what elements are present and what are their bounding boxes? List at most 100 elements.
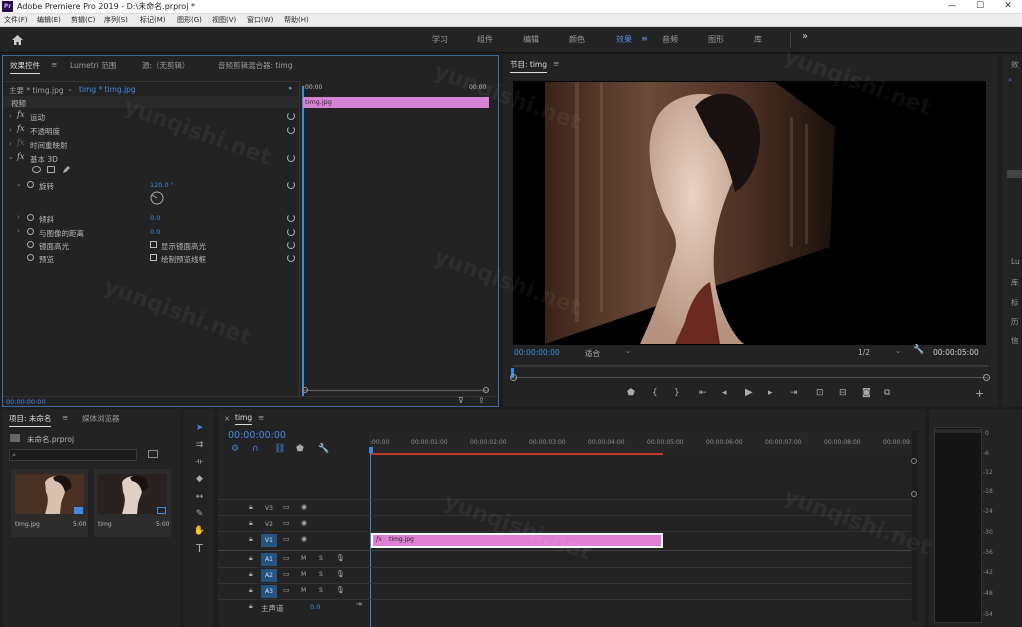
expand-tilt-icon[interactable]: › <box>17 213 20 221</box>
a2-mic-icon[interactable]: 🎙︎ <box>336 570 345 578</box>
a3-solo-icon[interactable]: S <box>319 587 323 594</box>
menu-sequence[interactable]: 序列(S) <box>104 15 128 26</box>
menu-view[interactable]: 视图(V) <box>212 15 236 26</box>
resolution-dropdown-icon[interactable]: ⌄ <box>895 347 901 355</box>
timeline-menu-icon[interactable]: ≡ <box>258 413 264 422</box>
source-dropdown-icon[interactable]: ⌄ <box>67 85 73 93</box>
reset-specular-icon[interactable] <box>287 241 295 249</box>
program-timecode[interactable]: 00:00:00:00 <box>514 348 560 357</box>
timeline-scroll-handle-bottom[interactable] <box>911 491 917 497</box>
menu-window[interactable]: 窗口(W) <box>247 15 273 26</box>
ripple-edit-tool-icon[interactable]: ⟛ <box>192 455 207 469</box>
filter-icon[interactable]: ⊽ <box>458 396 464 405</box>
a1-lock-icon[interactable]: 🔒︎ <box>249 554 253 563</box>
libraries-tab[interactable]: 库 <box>1011 277 1019 288</box>
program-zoom-bar[interactable] <box>513 377 988 378</box>
expand-motion-icon[interactable]: › <box>9 112 12 120</box>
preview-checkbox[interactable] <box>150 254 157 261</box>
track-select-tool-icon[interactable]: ⇉ <box>192 438 207 452</box>
track-v2-label[interactable]: V2 <box>261 518 277 531</box>
specular-checkbox[interactable] <box>150 241 157 248</box>
fit-dropdown-icon[interactable]: ⌄ <box>625 347 631 355</box>
expand-distance-icon[interactable]: › <box>17 227 20 235</box>
v1-sync-icon[interactable]: ▭ <box>283 535 290 543</box>
extract-icon[interactable]: ⊟ <box>839 388 847 398</box>
program-zoom-handle-right[interactable] <box>983 374 990 381</box>
a3-mute-icon[interactable]: M <box>301 587 306 594</box>
markers-tab[interactable]: 标 <box>1011 297 1019 308</box>
step-forward-icon[interactable]: ▸ <box>768 388 773 398</box>
v3-lock-icon[interactable]: 🔒︎ <box>249 503 253 512</box>
rectangle-mask-icon[interactable] <box>47 166 55 173</box>
master-lock-icon[interactable]: 🔒︎ <box>249 602 253 611</box>
master-volume-value[interactable]: 0.0 <box>310 603 320 611</box>
reset-basic3d-icon[interactable] <box>287 154 295 162</box>
tab-project[interactable]: 项目: 未命名 <box>9 413 52 427</box>
reset-motion-icon[interactable] <box>287 112 295 120</box>
maximize-icon[interactable]: ☐ <box>966 0 994 14</box>
timeline-settings-icon[interactable]: 🔧 <box>318 444 329 454</box>
timeline-close-icon[interactable]: × <box>224 414 230 423</box>
lift-icon[interactable]: ⊡ <box>816 388 824 398</box>
workspace-learn[interactable]: 学习 <box>432 34 448 45</box>
mini-scroll-handle-left[interactable] <box>302 387 308 393</box>
reset-opacity-icon[interactable] <box>287 126 295 134</box>
a1-mic-icon[interactable]: 🎙︎ <box>336 554 345 562</box>
workspace-more-icon[interactable]: » <box>802 31 808 42</box>
track-a2-label[interactable]: A2 <box>261 569 277 582</box>
mark-out-icon[interactable]: } <box>674 388 680 398</box>
workspace-editing[interactable]: 编辑 <box>523 34 539 45</box>
tab-effect-controls[interactable]: 效果控件 <box>10 60 40 74</box>
v2-sync-icon[interactable]: ▭ <box>283 519 290 527</box>
settings-wrench-icon[interactable]: 🔧 <box>913 345 924 355</box>
collapse-swivel-icon[interactable]: ⌄ <box>16 180 22 188</box>
fit-dropdown[interactable]: 适合 <box>585 348 600 359</box>
track-v1-label[interactable]: V1 <box>261 534 277 547</box>
a1-sync-icon[interactable]: ▭ <box>283 554 290 562</box>
linked-selection-icon[interactable]: ⛓ <box>274 444 285 454</box>
export-frame-icon[interactable]: ◙ <box>862 388 871 398</box>
mini-playhead[interactable] <box>302 86 304 396</box>
a2-sync-icon[interactable]: ▭ <box>283 570 290 578</box>
lumetri-tab[interactable]: Lu <box>1011 257 1020 266</box>
reset-preview-icon[interactable] <box>287 254 295 262</box>
timeline-scroll-handle-top[interactable] <box>911 458 917 464</box>
ellipse-mask-icon[interactable] <box>32 166 41 173</box>
v1-lock-icon[interactable]: 🔒︎ <box>249 535 253 544</box>
a1-mute-icon[interactable]: M <box>301 555 306 562</box>
a2-lock-icon[interactable]: 🔒︎ <box>249 570 253 579</box>
minimize-icon[interactable]: — <box>938 0 966 14</box>
effect-basic3d[interactable]: 基本 3D <box>30 154 58 165</box>
fx-basic3d-icon[interactable]: fx <box>17 152 24 161</box>
v3-eye-icon[interactable]: ◉ <box>301 503 307 511</box>
menu-file[interactable]: 文件(F) <box>4 15 28 26</box>
mark-in-icon[interactable]: { <box>652 388 658 398</box>
menu-marker[interactable]: 标记(M) <box>140 15 166 26</box>
tab-lumetri-scopes[interactable]: Lumetri 范围 <box>70 60 116 71</box>
a1-solo-icon[interactable]: S <box>319 555 323 562</box>
tab-media-browser[interactable]: 媒体浏览器 <box>82 413 120 424</box>
swivel-dial[interactable] <box>150 191 164 205</box>
timeline-clip[interactable]: fx timg.jpg <box>371 533 663 548</box>
fx-motion-icon[interactable]: fx <box>17 110 24 119</box>
a2-solo-icon[interactable]: S <box>319 571 323 578</box>
razor-tool-icon[interactable]: ◆ <box>192 472 207 486</box>
preview-stopwatch-icon[interactable] <box>27 254 34 261</box>
project-item-card[interactable]: timg.jpg 5:00 <box>11 469 88 537</box>
workspace-audio[interactable]: 音频 <box>662 34 678 45</box>
button-editor-icon[interactable]: + <box>975 387 984 400</box>
workspace-color[interactable]: 颜色 <box>569 34 585 45</box>
tab-menu-icon[interactable]: ≡ <box>51 60 57 69</box>
snap-icon[interactable]: ∩ <box>252 444 259 454</box>
program-title[interactable]: 节目: timg <box>510 59 548 73</box>
collapse-basic3d-icon[interactable]: ⌄ <box>8 153 14 161</box>
workspace-assembly[interactable]: 组件 <box>477 34 493 45</box>
a3-mic-icon[interactable]: 🎙︎ <box>336 586 345 594</box>
workspace-libraries[interactable]: 库 <box>754 34 762 45</box>
timeline-tab[interactable]: timg <box>235 413 253 425</box>
add-marker-timeline-icon[interactable]: ⬟ <box>296 444 304 454</box>
workspace-effects[interactable]: 效果 <box>616 34 632 45</box>
reset-distance-icon[interactable] <box>287 228 295 236</box>
workspace-graphics[interactable]: 图形 <box>708 34 724 45</box>
hand-tool-icon[interactable]: ✋ <box>192 524 207 538</box>
